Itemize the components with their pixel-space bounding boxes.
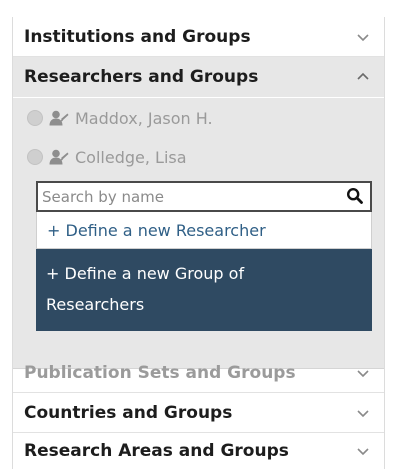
researcher-option[interactable]: Maddox, Jason H.: [27, 105, 213, 131]
define-new-researcher-option[interactable]: + Define a new Researcher: [36, 212, 372, 249]
person-icon: [49, 149, 69, 165]
section-countries-header[interactable]: Countries and Groups: [13, 393, 384, 433]
section-countries-label: Countries and Groups: [24, 402, 233, 423]
search-icon[interactable]: [346, 187, 364, 205]
section-institutions-header[interactable]: Institutions and Groups: [13, 17, 384, 57]
section-institutions-label: Institutions and Groups: [24, 26, 251, 47]
define-new-group-option[interactable]: + Define a new Group of Researchers: [36, 249, 372, 331]
section-research-areas-label: Research Areas and Groups: [24, 441, 289, 461]
section-researchers-label: Researchers and Groups: [24, 67, 259, 87]
chevron-up-icon: [357, 72, 369, 80]
radio-button[interactable]: [27, 149, 43, 165]
person-icon: [49, 110, 69, 126]
define-new-researcher-label: + Define a new Researcher: [47, 220, 266, 240]
chevron-down-icon: [357, 409, 369, 417]
section-publication-sets-header[interactable]: Publication Sets and Groups: [13, 353, 384, 393]
researcher-option[interactable]: Colledge, Lisa: [27, 144, 187, 170]
radio-button[interactable]: [27, 110, 43, 126]
researcher-name: Colledge, Lisa: [75, 147, 187, 167]
chevron-down-icon: [357, 448, 369, 456]
researcher-search-dropdown: + Define a new Researcher + Define a new…: [36, 181, 372, 339]
section-publication-sets-label: Publication Sets and Groups: [24, 362, 296, 383]
search-input[interactable]: [38, 183, 338, 210]
define-new-group-label: + Define a new Group of Researchers: [46, 264, 245, 314]
researcher-name: Maddox, Jason H.: [75, 108, 213, 128]
entity-selector-panel: Institutions and Groups Researchers and …: [12, 17, 385, 469]
section-researchers-header[interactable]: Researchers and Groups: [13, 57, 384, 97]
search-box: [36, 181, 372, 212]
section-research-areas-header[interactable]: Research Areas and Groups: [13, 433, 384, 469]
chevron-down-icon: [357, 369, 369, 377]
chevron-down-icon: [357, 33, 369, 41]
